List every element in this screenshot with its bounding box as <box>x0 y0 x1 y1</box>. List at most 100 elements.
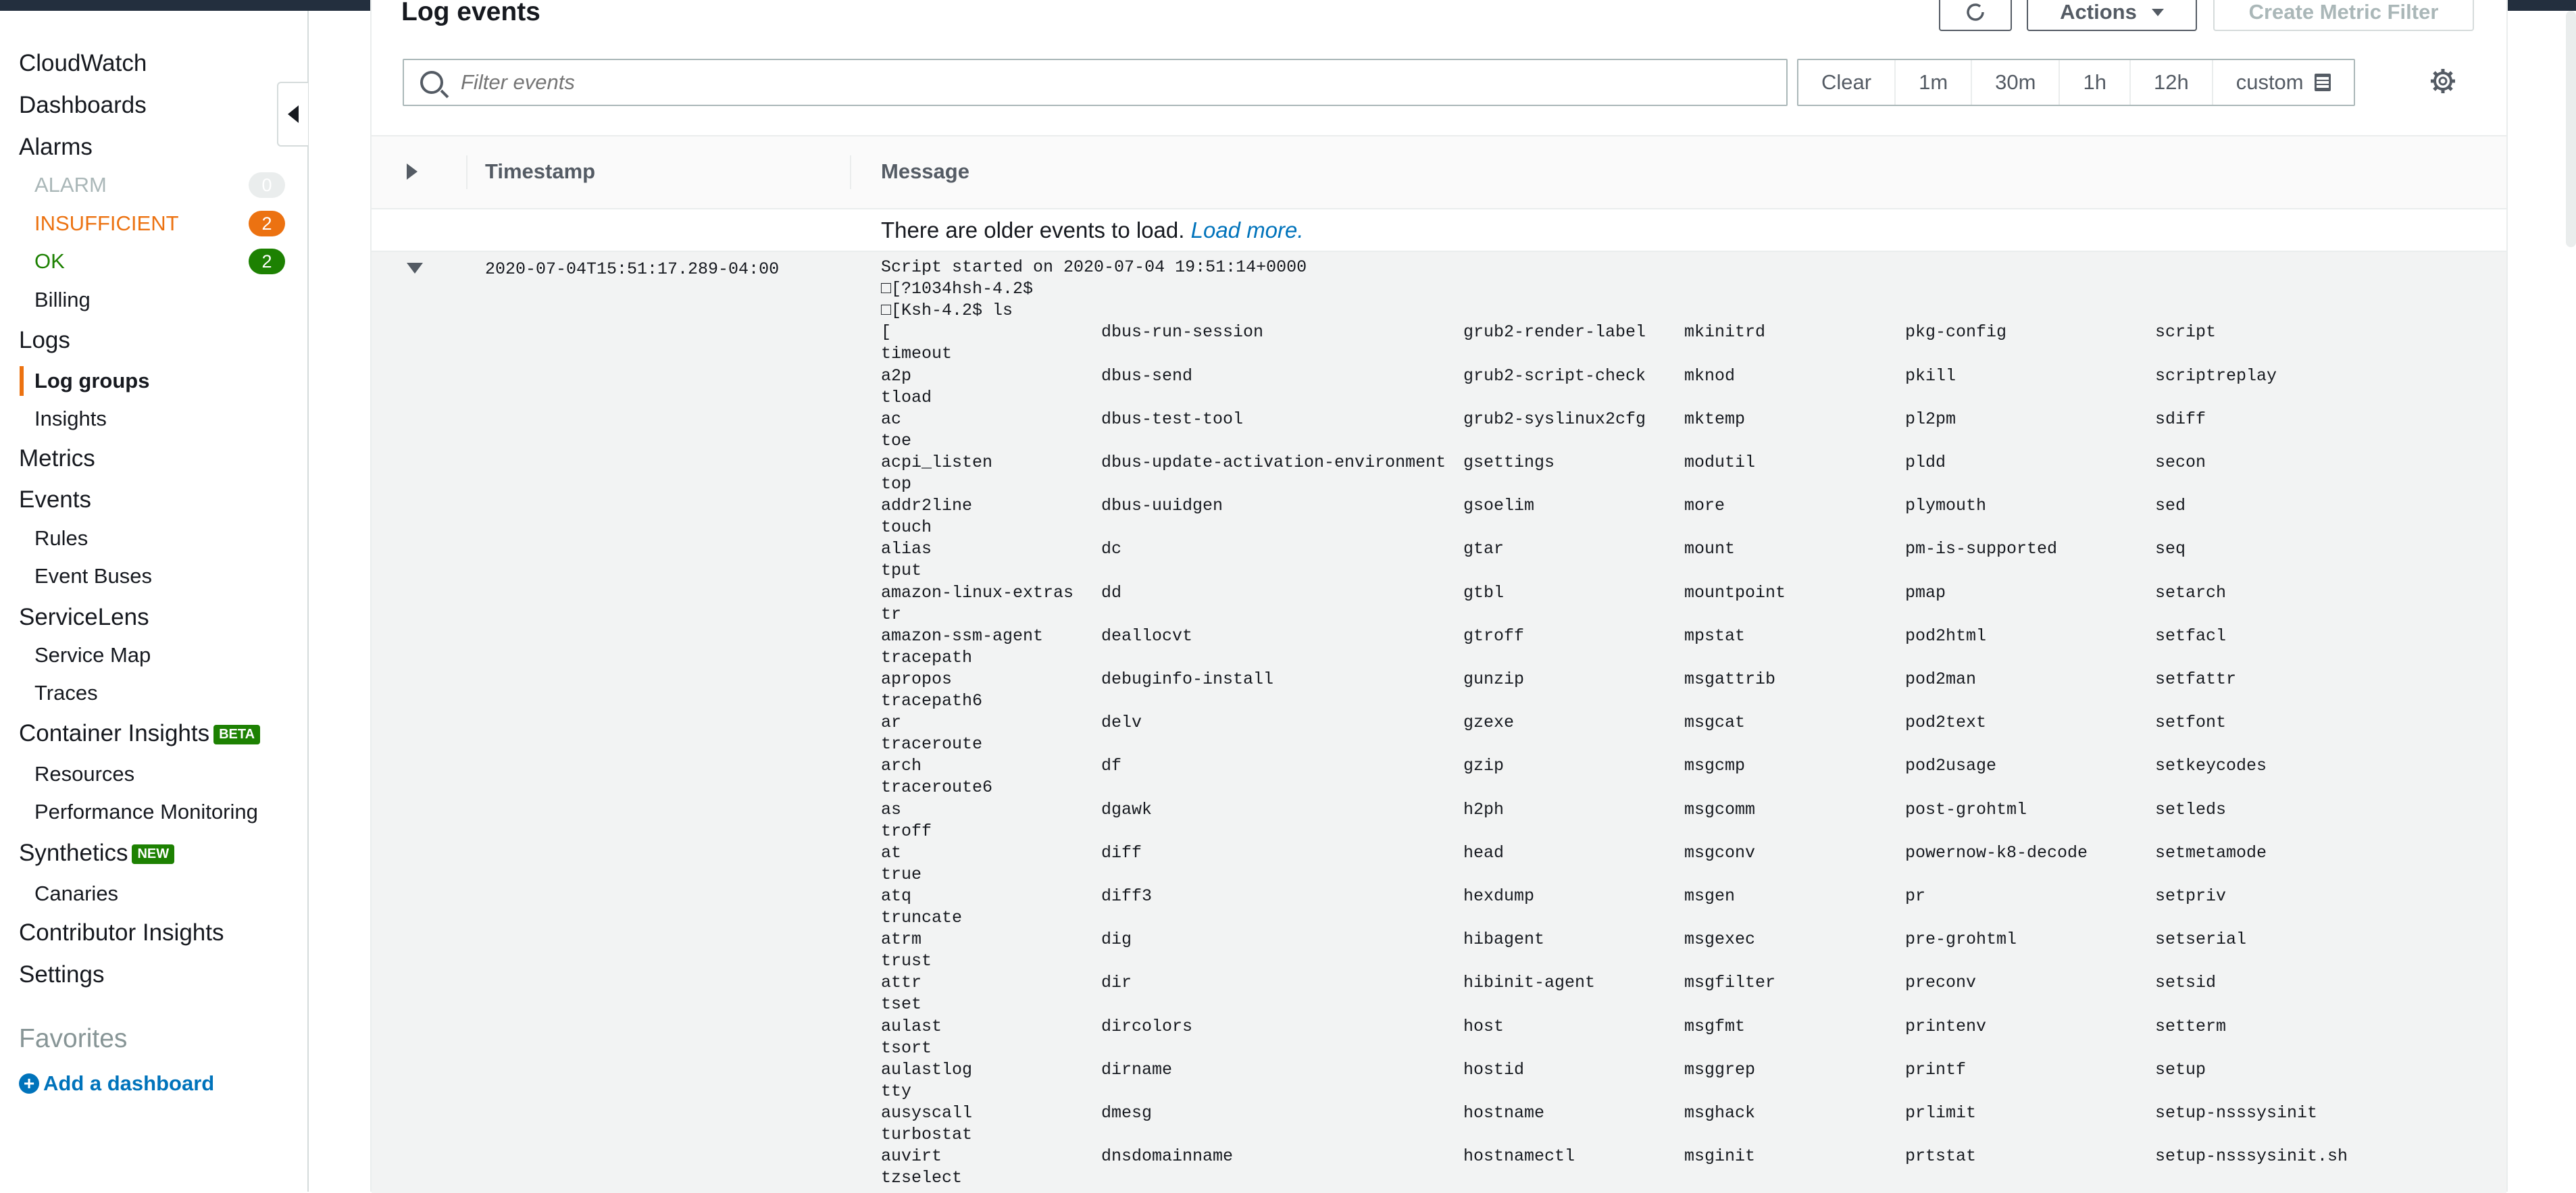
ls-entry: printf <box>1905 1059 1967 1080</box>
ls-entry: true <box>881 864 922 884</box>
scrollbar-thumb[interactable] <box>2566 11 2576 247</box>
ls-entry: msginit <box>1684 1146 1756 1167</box>
ls-entry: tsort <box>881 1038 932 1058</box>
sidebar-item-synthetics[interactable]: Synthetics NEW <box>19 840 175 867</box>
sidebar-item-metrics[interactable]: Metrics <box>19 445 95 472</box>
alarm-count-badge: 2 <box>249 249 285 274</box>
ls-entry: troff <box>881 821 932 841</box>
load-more-link[interactable]: Load more. <box>1191 218 1304 243</box>
filter-events-input[interactable] <box>459 70 1746 95</box>
range-12h-button[interactable]: 12h <box>2131 60 2213 105</box>
ls-entry: tr <box>881 604 902 624</box>
ls-entry: [ <box>881 322 892 342</box>
sidebar-item-traces[interactable]: Traces <box>34 681 98 705</box>
sidebar-item-cloudwatch[interactable]: CloudWatch <box>19 50 147 77</box>
sidebar-item-label: Dashboards <box>19 92 147 118</box>
caret-down-icon <box>2151 8 2164 16</box>
ls-entry: hibagent <box>1463 930 1545 950</box>
sidebar-item-contributor-insights[interactable]: Contributor Insights <box>19 919 224 946</box>
sidebar-item-servicelens[interactable]: ServiceLens <box>19 604 149 631</box>
ls-entry: gzexe <box>1463 713 1515 733</box>
sidebar-item-logs[interactable]: Logs <box>19 327 70 354</box>
sidebar-item-log-groups[interactable]: Log groups <box>34 369 149 393</box>
sidebar-item-container-insights[interactable]: Container Insights BETA <box>19 720 261 747</box>
column-divider <box>466 155 468 189</box>
sidebar-item-events[interactable]: Events <box>19 486 91 513</box>
sidebar-item-event-buses[interactable]: Event Buses <box>34 564 152 588</box>
ls-entry: diff <box>1101 842 1142 863</box>
ls-entry: dirname <box>1101 1059 1173 1080</box>
ls-entry: mkinitrd <box>1684 322 1766 342</box>
timestamp-column-header[interactable]: Timestamp <box>485 159 595 184</box>
sidebar-item-resources[interactable]: Resources <box>34 762 134 786</box>
ls-entry: atrm <box>881 930 922 950</box>
ls-entry: mktemp <box>1684 409 1746 429</box>
sidebar-item-service-map[interactable]: Service Map <box>34 643 151 667</box>
range-1h-button[interactable]: 1h <box>2060 60 2131 105</box>
ls-entry: grub2-render-label <box>1463 322 1646 342</box>
sidebar-item-canaries[interactable]: Canaries <box>34 882 118 906</box>
expand-all-icon[interactable] <box>407 163 418 180</box>
custom-range-button[interactable]: custom <box>2213 60 2354 105</box>
ls-entry: msgfilter <box>1684 973 1776 993</box>
sidebar-item-label: Events <box>19 486 91 513</box>
ls-entry: tset <box>881 994 922 1015</box>
ls-entry: dgawk <box>1101 799 1153 819</box>
refresh-button[interactable] <box>1939 0 2012 31</box>
ls-entry: traceroute <box>881 734 983 755</box>
log-event-row[interactable]: 2020-07-04T15:51:17.289-04:00 Script sta… <box>372 251 2506 1193</box>
ls-entry: prlimit <box>1905 1102 1977 1123</box>
ls-entry: setleds <box>2155 799 2227 819</box>
ls-entry: gsettings <box>1463 452 1555 472</box>
ls-entry: msgexec <box>1684 930 1756 950</box>
message-line: □[Ksh-4.2$ ls <box>881 301 1013 321</box>
sidebar-item-dashboards[interactable]: Dashboards <box>19 92 147 119</box>
sidebar-item-alarms[interactable]: Alarms <box>19 134 93 161</box>
ls-entry: dmesg <box>1101 1102 1153 1123</box>
collapse-sidebar-button[interactable] <box>277 82 308 147</box>
ls-entry: setpriv <box>2155 886 2227 906</box>
ls-entry: pmap <box>1905 582 1946 603</box>
sidebar-item-label: Contributor Insights <box>19 919 224 946</box>
ls-entry: timeout <box>881 344 953 364</box>
ls-entry: msgcat <box>1684 713 1746 733</box>
sidebar-item-billing[interactable]: Billing <box>34 288 91 312</box>
ls-entry: msgen <box>1684 886 1736 906</box>
clear-button[interactable]: Clear <box>1798 60 1896 105</box>
create-metric-filter-button[interactable]: Create Metric Filter <box>2213 0 2474 31</box>
settings-gear-button[interactable] <box>2429 68 2456 95</box>
ls-entry: amazon-linux-extras <box>881 582 1074 603</box>
message-column-header[interactable]: Message <box>881 159 969 184</box>
ls-entry: setfattr <box>2155 669 2237 689</box>
ls-entry: setfont <box>2155 713 2227 733</box>
ls-entry: ausyscall <box>881 1102 973 1123</box>
sidebar-item-performance-monitoring[interactable]: Performance Monitoring <box>34 800 258 824</box>
ls-entry: pre-grohtml <box>1905 930 2017 950</box>
add-dashboard-link[interactable]: + Add a dashboard <box>19 1071 214 1096</box>
actions-button[interactable]: Actions <box>2027 0 2197 31</box>
ls-entry: addr2line <box>881 496 973 516</box>
ls-entry: tload <box>881 387 932 407</box>
ls-entry: msgcmp <box>1684 756 1746 776</box>
sidebar-item-settings[interactable]: Settings <box>19 961 104 988</box>
filter-events-box[interactable] <box>403 59 1788 106</box>
sidebar-item-rules[interactable]: Rules <box>34 526 88 551</box>
collapse-row-icon[interactable] <box>407 263 423 274</box>
range-30m-button[interactable]: 30m <box>1972 60 2061 105</box>
ls-entry: printenv <box>1905 1016 1987 1036</box>
range-1m-button[interactable]: 1m <box>1896 60 1973 105</box>
ls-entry: setkeycodes <box>2155 756 2267 776</box>
sidebar-item-label: Service Map <box>34 643 151 667</box>
ls-entry: hibinit-agent <box>1463 973 1596 993</box>
ls-entry: scriptreplay <box>2155 365 2277 386</box>
ls-entry: ac <box>881 409 902 429</box>
ls-entry: dig <box>1101 930 1132 950</box>
sidebar-item-insufficient[interactable]: INSUFFICIENT <box>34 211 179 236</box>
sidebar-item-insights[interactable]: Insights <box>34 407 107 431</box>
ls-entry: sed <box>2155 496 2186 516</box>
ls-entry: touch <box>881 517 932 538</box>
sidebar-item-tag: BETA <box>213 725 261 745</box>
sidebar-item-alarm[interactable]: ALARM <box>34 173 107 197</box>
sidebar-item-ok[interactable]: OK <box>34 249 65 274</box>
ls-entry: pl2pm <box>1905 409 1956 429</box>
